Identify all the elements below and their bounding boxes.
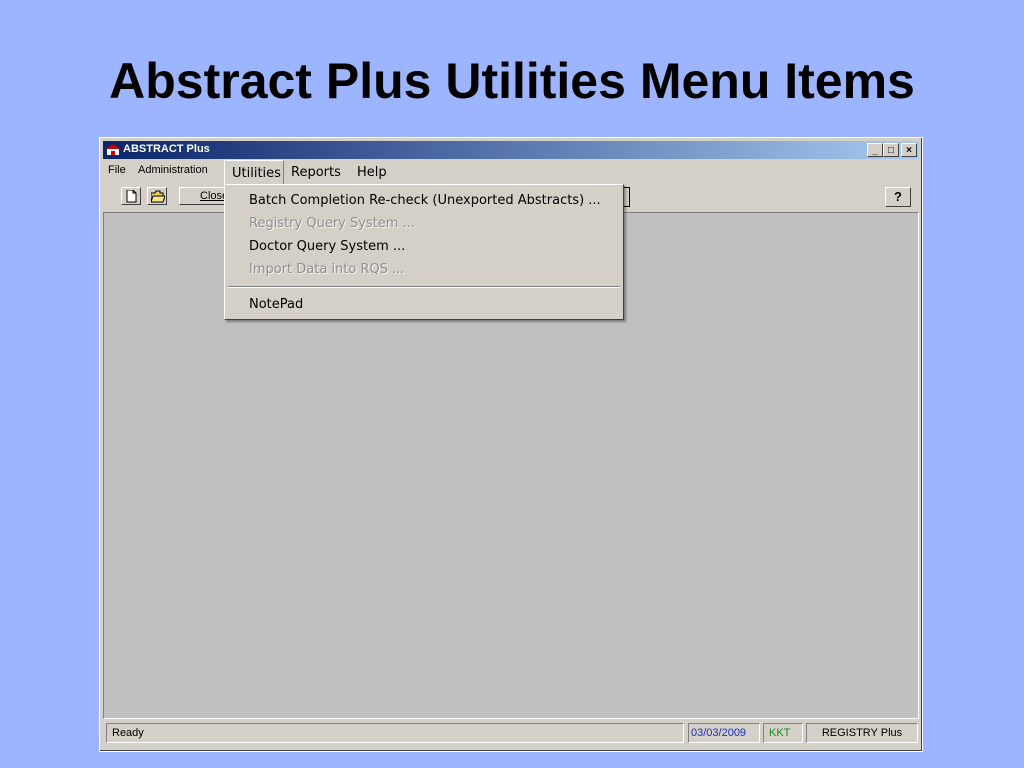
title-bar[interactable]: ABSTRACT Plus _ □ ×	[103, 141, 919, 159]
app-icon	[106, 144, 120, 155]
combo-box-edge[interactable]	[623, 187, 630, 207]
open-button[interactable]	[147, 187, 167, 205]
status-user: KKT	[763, 723, 803, 743]
menu-item-notepad[interactable]: NotePad	[249, 297, 303, 312]
menu-item-registry-query: Registry Query System ...	[249, 216, 415, 231]
menu-file[interactable]: File	[108, 164, 126, 176]
menu-utilities-label: Utilities	[232, 166, 281, 181]
menu-item-import-rqs: Import Data into RQS ...	[249, 262, 405, 277]
minimize-button[interactable]: _	[867, 143, 883, 157]
menu-utilities[interactable]: Utilities	[224, 160, 284, 184]
help-button[interactable]: ?	[885, 187, 911, 207]
help-icon: ?	[894, 189, 902, 204]
menu-separator	[228, 286, 620, 288]
new-button[interactable]	[121, 187, 141, 205]
new-document-icon	[126, 190, 137, 203]
slide-title: Abstract Plus Utilities Menu Items	[109, 53, 915, 109]
open-folder-icon	[151, 190, 165, 203]
maximize-button[interactable]: □	[883, 143, 899, 157]
status-date: 03/03/2009	[688, 723, 760, 743]
menu-item-batch-completion[interactable]: Batch Completion Re-check (Unexported Ab…	[249, 193, 601, 208]
menu-administration[interactable]: Administration	[138, 164, 208, 176]
status-app-name: REGISTRY Plus	[806, 723, 918, 743]
menu-item-doctor-query[interactable]: Doctor Query System ...	[249, 239, 405, 254]
status-bar: Ready 03/03/2009 KKT REGISTRY Plus	[103, 721, 919, 748]
utilities-dropdown: Batch Completion Re-check (Unexported Ab…	[224, 184, 624, 320]
status-text: Ready	[106, 723, 684, 743]
window-title: ABSTRACT Plus	[123, 143, 210, 155]
close-window-button[interactable]: ×	[901, 143, 917, 157]
